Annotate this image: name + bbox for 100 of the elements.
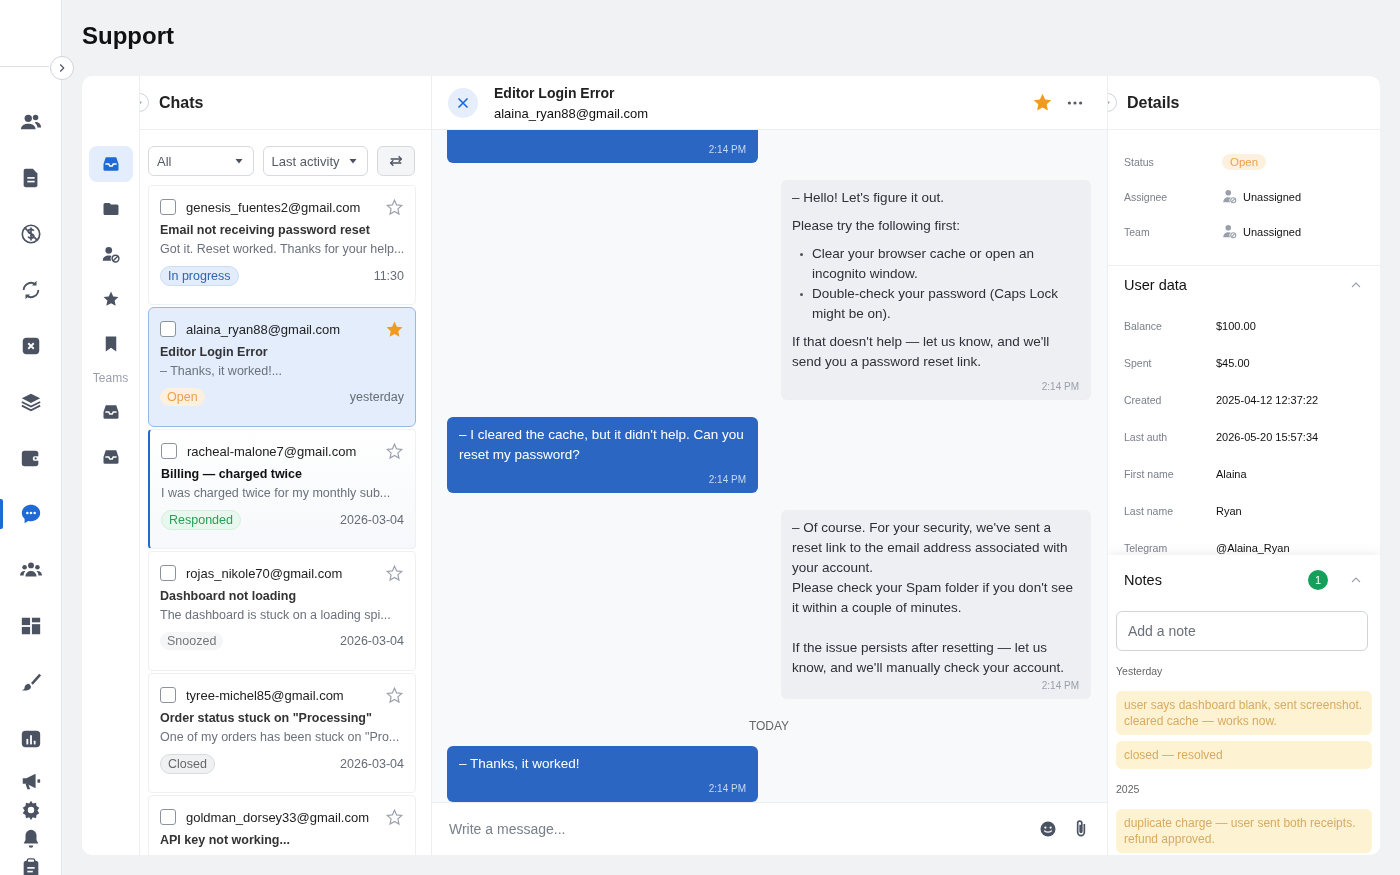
chat-item[interactable]: goldman_dorsey33@gmail.com API key not working... bbox=[148, 795, 416, 855]
chat-preview: I was charged twice for my monthly sub... bbox=[161, 486, 392, 500]
message-text: Clear your browser cache or open an incognito window. bbox=[812, 245, 1036, 283]
filter-dropdown[interactable]: Last activity bbox=[262, 146, 369, 176]
sender-email: goldman_dorsey33@gmail.com bbox=[186, 809, 370, 825]
dollar-icon bbox=[19, 223, 42, 245]
chat-subject: Billing — charged twice bbox=[161, 467, 303, 481]
chat-item[interactable]: alaina_ryan88@gmail.com Editor Login Error – Thanks, it worked!... Open yesterday bbox=[148, 307, 416, 427]
chat-item[interactable]: racheal-malone7@gmail.com Billing — charged twice I was charged twice for my monthly sub... Responded 2026-03-04 bbox=[148, 429, 416, 549]
more-button[interactable] bbox=[1067, 100, 1083, 105]
field-label: Created bbox=[1124, 393, 1163, 406]
sender-email: racheal-malone7@gmail.com bbox=[187, 443, 358, 459]
status-badge: Closed bbox=[160, 754, 215, 774]
status-badge: Open bbox=[160, 388, 205, 406]
checkbox[interactable] bbox=[160, 809, 176, 825]
field-label: Status bbox=[1124, 155, 1155, 168]
field-value: $45.00 bbox=[1216, 356, 1250, 369]
checkbox[interactable] bbox=[160, 687, 176, 703]
sort-button[interactable] bbox=[377, 146, 415, 176]
panel-title: Details bbox=[1127, 93, 1180, 112]
chat-time: 2026-03-04 bbox=[340, 634, 404, 648]
chat-time: 11:30 bbox=[373, 269, 404, 283]
note-date: Yesterday bbox=[1116, 665, 1164, 677]
user-blocked-icon bbox=[1222, 224, 1237, 239]
field-label: Telegram bbox=[1124, 541, 1169, 554]
chat-preview: One of my orders has been stuck on "Pro... bbox=[160, 730, 401, 744]
conversation-title: Editor Login Error bbox=[494, 84, 616, 101]
field-label: First name bbox=[1124, 467, 1175, 480]
status-badge: Open bbox=[1222, 153, 1267, 170]
checkbox[interactable] bbox=[160, 321, 176, 337]
star-icon bbox=[101, 290, 120, 308]
status-badge: In progress bbox=[160, 266, 239, 286]
chat-time: yesterday bbox=[349, 390, 404, 404]
star-outline-icon[interactable] bbox=[385, 685, 404, 705]
sender-email: genesis_fuentes2@gmail.com bbox=[186, 199, 362, 215]
message-time: 2:14 PM bbox=[1040, 380, 1079, 394]
chat-item[interactable]: rojas_nikole70@gmail.com Dashboard not loading The dashboard is stuck on a loading spi... Snoozed 2026-03-04 bbox=[148, 551, 416, 671]
folder-button[interactable] bbox=[88, 146, 133, 182]
chat-icon bbox=[19, 503, 42, 525]
field-value: Ryan bbox=[1216, 504, 1242, 517]
message-time: 2:14 PM bbox=[707, 143, 746, 157]
chat-preview: Got it. Reset worked. Thanks for your help... bbox=[160, 242, 404, 256]
status-badge: Responded bbox=[161, 510, 241, 530]
checkbox[interactable] bbox=[160, 199, 176, 215]
message-text: – Hello! Let's figure it out. bbox=[792, 189, 945, 207]
message-text: – Of course. For your security, we've sent a reset link to the email address associated with your account. bbox=[792, 519, 1069, 577]
user-blocked-icon bbox=[101, 245, 120, 263]
star-icon[interactable] bbox=[1032, 92, 1053, 113]
note: duplicate charge — user sent both receipts. refund approved. bbox=[1116, 809, 1372, 853]
message-text: Double-check your password (Caps Lock might be on). bbox=[812, 285, 1060, 323]
section-title: Notes bbox=[1124, 572, 1163, 588]
note-date: 2025 bbox=[1116, 783, 1141, 795]
field-label: Balance bbox=[1124, 319, 1163, 332]
sender-email: rojas_nikole70@gmail.com bbox=[186, 565, 344, 581]
field-value: Unassigned bbox=[1243, 225, 1302, 238]
star-outline-icon[interactable] bbox=[385, 441, 404, 461]
field-value: Alaina bbox=[1216, 467, 1247, 480]
filter-dropdown[interactable]: All bbox=[148, 146, 254, 176]
star-icon[interactable] bbox=[385, 319, 404, 339]
field-label: Team bbox=[1124, 225, 1151, 238]
page-title: Support bbox=[82, 21, 175, 51]
inbox-icon bbox=[101, 448, 120, 466]
chat-subject: Dashboard not loading bbox=[160, 589, 298, 603]
field-value: 2025-04-12 12:37:22 bbox=[1216, 393, 1319, 406]
dashboard-icon bbox=[19, 615, 42, 637]
chat-item[interactable]: genesis_fuentes2@gmail.com Email not receiving password reset Got it. Reset worked. Thanks for your help... In progress 11:30 bbox=[148, 185, 416, 305]
expand-button[interactable] bbox=[50, 56, 74, 80]
swap-icon bbox=[388, 153, 405, 169]
chat-subject: Email not receiving password reset bbox=[160, 223, 371, 237]
message-time: 2:14 PM bbox=[707, 473, 746, 487]
close-button[interactable] bbox=[448, 87, 478, 118]
chat-item[interactable]: tyree-michel85@gmail.com Order status stuck on "Processing" One of my orders has been stuck on "Pro... Closed 2026-03-04 bbox=[148, 673, 416, 793]
section-label: Teams bbox=[92, 371, 129, 385]
checkbox[interactable] bbox=[160, 565, 176, 581]
message-text: Please check your Spam folder if you don't see it within a couple of minutes. bbox=[792, 579, 1074, 617]
field-label: Spent bbox=[1124, 356, 1153, 369]
checkbox[interactable] bbox=[161, 443, 177, 459]
user-blocked-icon bbox=[1222, 189, 1237, 204]
message-text: – Thanks, it worked! bbox=[459, 755, 581, 773]
star-outline-icon[interactable] bbox=[385, 807, 404, 827]
message-field[interactable]: Write a message... bbox=[447, 820, 1025, 838]
field-value: $100.00 bbox=[1216, 319, 1256, 332]
conversation-email: alaina_ryan88@gmail.com bbox=[494, 105, 650, 121]
message-text: If that doesn't help — let us know, and we'll send you a password reset link. bbox=[792, 333, 1051, 371]
star-outline-icon[interactable] bbox=[385, 197, 404, 217]
note: closed — resolved bbox=[1116, 741, 1372, 769]
chat-time: 2026-03-04 bbox=[340, 757, 404, 771]
note: user says dashboard blank, sent screenshot. cleared cache — works now. bbox=[1116, 691, 1372, 735]
message-text: – I cleared the cache, but it didn't help. Can you reset my password? bbox=[459, 426, 745, 464]
emoji-icon bbox=[1039, 820, 1057, 838]
message-time: 2:14 PM bbox=[1040, 679, 1079, 693]
field-value: @Alaina_Ryan bbox=[1216, 541, 1290, 554]
inbox-icon bbox=[101, 403, 120, 421]
more-icon bbox=[1067, 100, 1083, 105]
star-outline-icon[interactable] bbox=[385, 563, 404, 583]
emoji-button[interactable] bbox=[1039, 820, 1057, 838]
chat-preview: The dashboard is stuck on a loading spi... bbox=[160, 608, 392, 622]
field-label: Last name bbox=[1124, 504, 1175, 517]
chat-preview: – Thanks, it worked!... bbox=[160, 364, 284, 378]
note-field[interactable]: Add a note bbox=[1116, 611, 1368, 651]
